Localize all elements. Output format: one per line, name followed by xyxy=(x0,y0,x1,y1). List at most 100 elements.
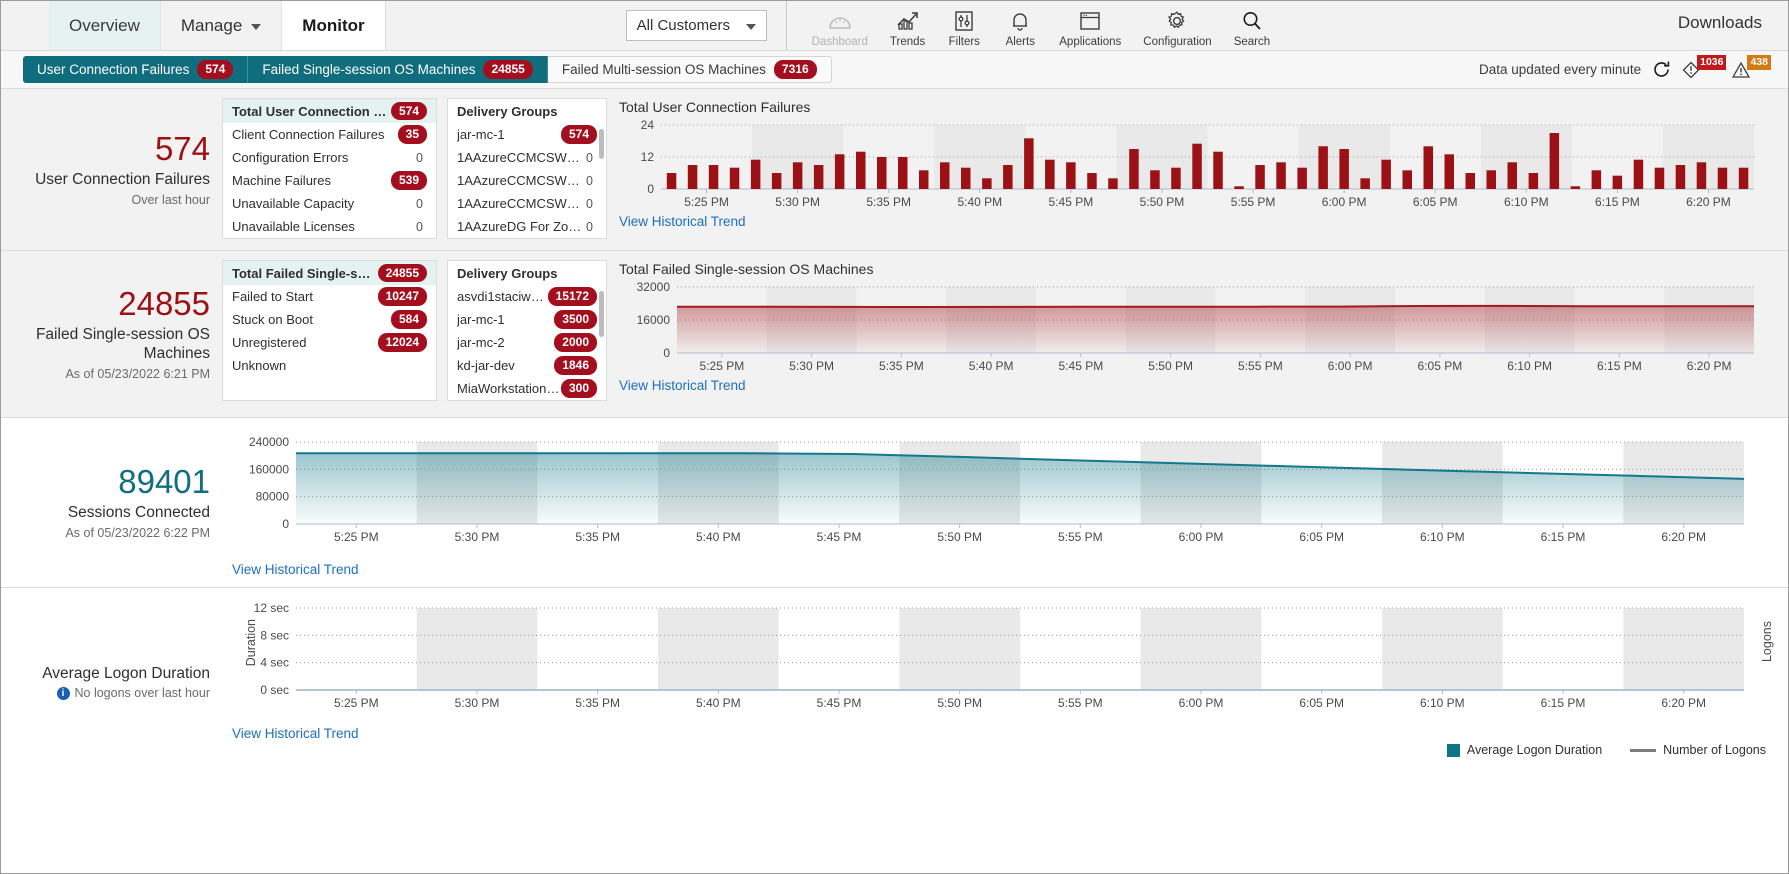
row-label: Delivery Groups xyxy=(457,265,558,281)
svg-text:6:15 PM: 6:15 PM xyxy=(1595,195,1640,209)
table-row[interactable]: Stuck on Boot 584 xyxy=(223,308,436,331)
row-value: 0 xyxy=(586,150,593,165)
nav-button-configuration[interactable]: Configuration xyxy=(1132,3,1222,48)
refresh-icon[interactable] xyxy=(1652,60,1671,79)
table-row[interactable]: Unregistered 12024 xyxy=(223,331,436,354)
warning-alert-badge[interactable]: 438 xyxy=(1732,55,1774,79)
table-row[interactable]: Total Failed Single-session... 24855 xyxy=(223,261,436,285)
list-item[interactable]: 1AAzureCCMCSWSDG 0 xyxy=(448,169,606,192)
nav-button-filters[interactable]: Filters xyxy=(936,3,992,48)
svg-text:6:05 PM: 6:05 PM xyxy=(1413,195,1458,209)
tabstrip-right-group: Data updated every minute 1036 438 xyxy=(1479,51,1774,88)
downloads-link[interactable]: Downloads xyxy=(1678,13,1762,33)
svg-text:6:10 PM: 6:10 PM xyxy=(1504,195,1549,209)
chevron-down-icon xyxy=(251,23,262,30)
scrollbar-thumb[interactable] xyxy=(599,129,604,159)
table-row[interactable]: Total User Connection Failures 574 xyxy=(223,99,436,123)
list-item[interactable]: MiaWorkstation149 300 xyxy=(448,377,606,400)
legend-label: Number of Logons xyxy=(1663,743,1766,757)
svg-text:5:45 PM: 5:45 PM xyxy=(817,696,862,710)
nav-button-applications[interactable]: Applications xyxy=(1048,3,1132,48)
list-item[interactable]: jar-mc-1 3500 xyxy=(448,308,606,331)
list-item[interactable]: jar-mc-1 574 xyxy=(448,123,606,146)
alert-badges: 1036 438 xyxy=(1682,55,1774,79)
list-item[interactable]: 1AAzureCCMCSWSDG 0 xyxy=(448,192,606,215)
row-label: Configuration Errors xyxy=(232,150,349,165)
svg-text:5:55 PM: 5:55 PM xyxy=(1058,696,1103,710)
svg-text:6:10 PM: 6:10 PM xyxy=(1420,696,1465,710)
table-row[interactable]: Configuration Errors 0 xyxy=(223,146,436,169)
metric-tab-failed-single-session[interactable]: Failed Single-session OS Machines 24855 xyxy=(248,56,548,83)
row-label: Failed to Start xyxy=(232,289,313,304)
svg-text:16000: 16000 xyxy=(637,313,671,327)
top-navigation-bar: Overview Manage Monitor All Customers Da… xyxy=(1,1,1788,51)
chart-plot-sessions-connected[interactable]: 0 80000 160000 240000 5:25 PM 5:30 PM 5:35 PM 5… xyxy=(234,435,1788,546)
svg-text:0: 0 xyxy=(282,517,289,531)
row-label: Unregistered xyxy=(232,335,307,350)
svg-text:6:00 PM: 6:00 PM xyxy=(1179,530,1224,544)
row-label: Delivery Groups xyxy=(457,103,558,119)
metric-tab-user-connection-failures[interactable]: User Connection Failures 574 xyxy=(23,56,249,83)
svg-text:0: 0 xyxy=(647,182,654,196)
row-label: jar-mc-2 xyxy=(457,335,505,350)
chart-plot-failed-single-session[interactable]: 0 16000 32000 5:25 PM 5:30 PM 5:35 PM 5:40 PM 5… xyxy=(619,280,1788,375)
nav-button-search[interactable]: Search xyxy=(1223,3,1281,48)
list-item[interactable]: kd-jar-dev 1846 xyxy=(448,354,606,377)
row-value: 574 xyxy=(390,101,427,121)
table-row[interactable]: Unavailable Capacity 0 xyxy=(223,192,436,215)
summary-name: Average Logon Duration xyxy=(42,664,210,682)
summary-name-line1: Failed Single-session OS xyxy=(35,325,210,343)
chart-plot-average-logon-duration[interactable]: 0 sec 4 sec 8 sec 12 sec 5:25 PM 5:30 PM 5:35 … xyxy=(234,601,1788,712)
svg-text:0: 0 xyxy=(663,346,670,360)
summary-subtext: Over last hour xyxy=(131,192,210,207)
nav-button-trends[interactable]: Trends xyxy=(879,3,936,48)
list-item[interactable]: 1AAzureCCMCSWSDG 0 xyxy=(448,146,606,169)
metric-tab-failed-multi-session[interactable]: Failed Multi-session OS Machines 7316 xyxy=(547,56,832,83)
view-historical-trend-link-3[interactable]: View Historical Trend xyxy=(232,562,359,577)
nav-button-dashboard[interactable]: Dashboard xyxy=(801,3,879,48)
nav-tab-overview[interactable]: Overview xyxy=(49,1,161,50)
svg-text:6:20 PM: 6:20 PM xyxy=(1661,530,1706,544)
nav-button-trends-label: Trends xyxy=(889,36,926,48)
gear-icon xyxy=(1166,8,1188,34)
metric-tabs: User Connection Failures 574 Failed Sing… xyxy=(23,56,832,83)
nav-icon-group: Dashboard Trends Filters Alerts Applicat… xyxy=(787,3,1282,48)
metric-tab-failed-multi-session-count: 7316 xyxy=(773,60,817,79)
row-value: 35 xyxy=(397,125,427,144)
list-item[interactable]: asvdi1staciws00 15172 xyxy=(448,285,606,308)
legend-label: Average Logon Duration xyxy=(1466,743,1603,757)
summary-value: 24855 xyxy=(118,285,210,323)
table-row[interactable]: Failed to Start 10247 xyxy=(223,285,436,308)
list-item[interactable]: jar-mc-2 2000 xyxy=(448,331,606,354)
view-historical-trend-link-4[interactable]: View Historical Trend xyxy=(232,726,359,741)
summary-subtext: No logons over last hour xyxy=(74,686,211,701)
table-row[interactable]: Client Connection Failures 35 xyxy=(223,123,436,146)
row-label: Machine Failures xyxy=(232,173,331,188)
list-item[interactable]: 1AAzureDG For Zone... 0 xyxy=(448,215,606,238)
svg-text:5:25 PM: 5:25 PM xyxy=(334,696,379,710)
svg-text:5:35 PM: 5:35 PM xyxy=(575,696,620,710)
view-historical-trend-link-1[interactable]: View Historical Trend xyxy=(619,214,746,229)
breakdown-table-failed-single-session: Total Failed Single-session... 24855 Fai… xyxy=(222,260,437,401)
summary-name-line2: Machines xyxy=(143,345,210,363)
customer-filter-select[interactable]: All Customers xyxy=(625,10,767,41)
row-label: Client Connection Failures xyxy=(232,127,385,142)
nav-button-alerts[interactable]: Alerts xyxy=(992,3,1048,48)
metric-tab-user-connection-failures-label: User Connection Failures xyxy=(37,62,190,77)
row-value: 0 xyxy=(416,150,423,165)
table-row[interactable]: Machine Failures 539 xyxy=(223,169,436,192)
critical-alert-badge[interactable]: 1036 xyxy=(1682,55,1729,79)
svg-text:6:15 PM: 6:15 PM xyxy=(1541,696,1586,710)
nav-tab-manage[interactable]: Manage xyxy=(161,1,283,50)
breakdown-table-user-connection-failures: Total User Connection Failures 574 Clien… xyxy=(222,98,437,239)
row-label: Unavailable Capacity xyxy=(232,196,355,211)
scrollbar-thumb[interactable] xyxy=(599,291,604,337)
nav-tab-monitor[interactable]: Monitor xyxy=(282,1,386,50)
table-row[interactable]: Unavailable Licenses 0 xyxy=(223,215,436,238)
svg-text:80000: 80000 xyxy=(256,490,290,504)
table-row[interactable]: Unknown xyxy=(223,354,436,377)
chart-plot-user-connection-failures[interactable]: 0 12 24 5:25 PM 5:30 PM 5:35 PM 5:40 PM 5:45 PM… xyxy=(619,118,1788,211)
summary-name: User Connection Failures xyxy=(35,171,210,189)
view-historical-trend-link-2[interactable]: View Historical Trend xyxy=(619,378,746,393)
svg-text:6:20 PM: 6:20 PM xyxy=(1686,195,1731,209)
